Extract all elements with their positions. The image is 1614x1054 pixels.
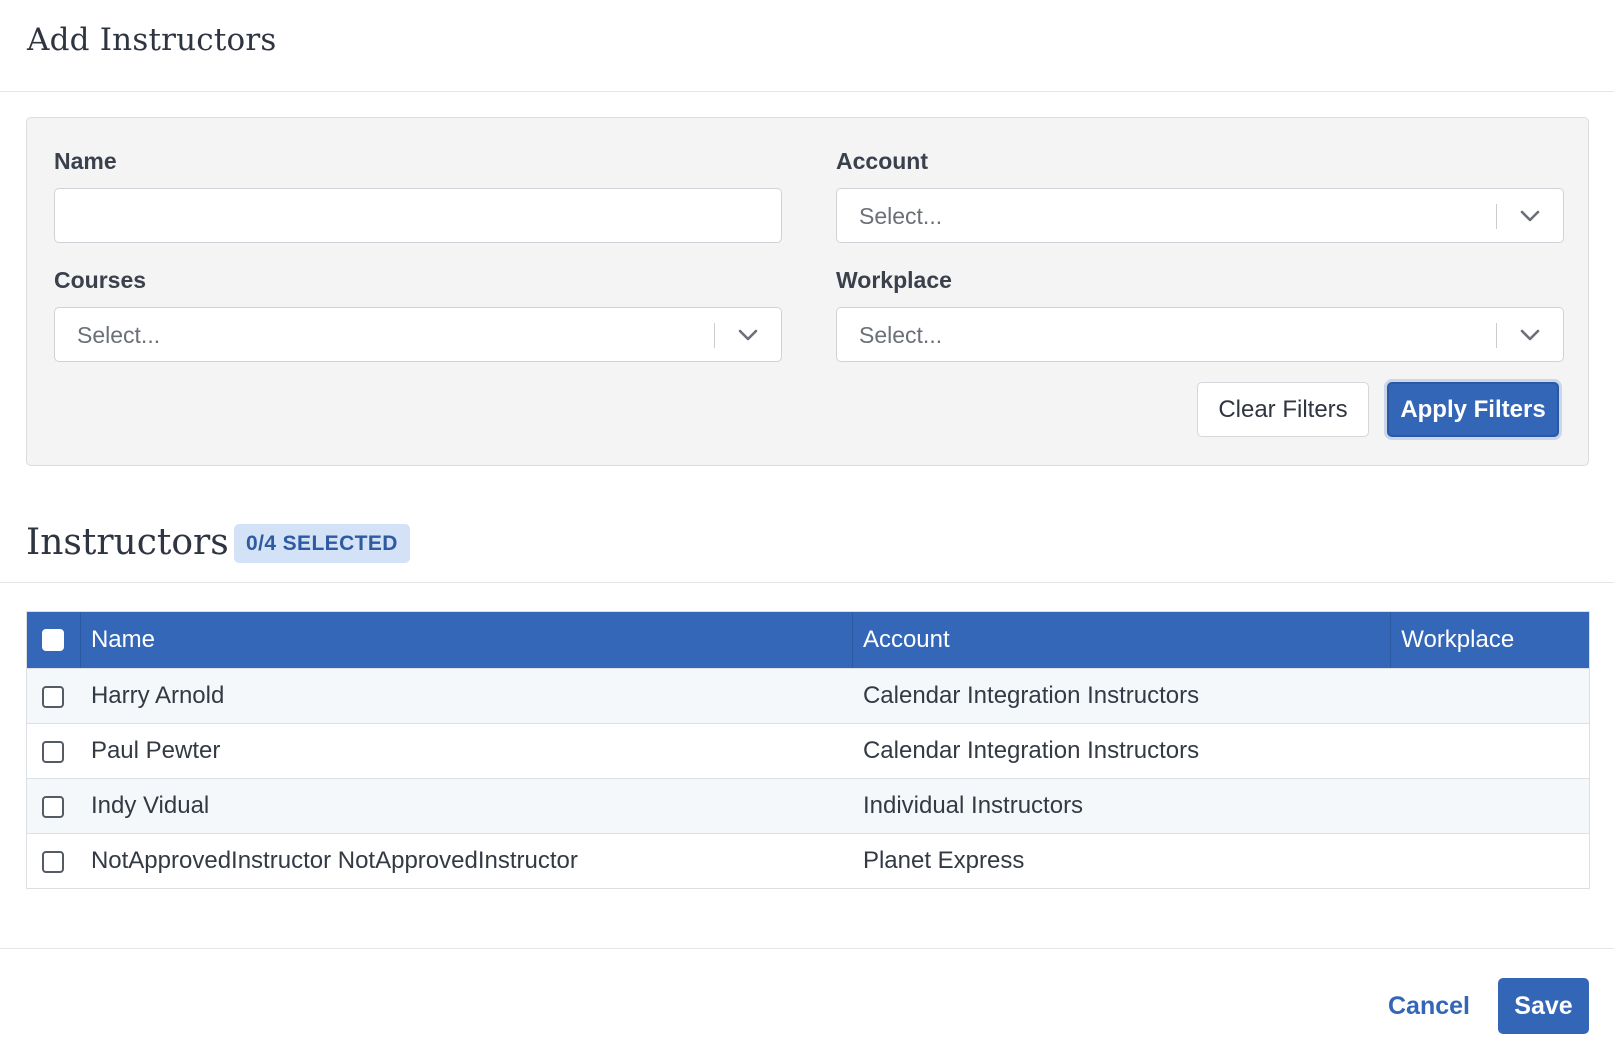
courses-select-placeholder: Select...	[77, 322, 161, 348]
select-separator	[1496, 204, 1497, 229]
modal-footer: Cancel Save	[0, 948, 1614, 1054]
selected-count-badge: 0/4 SELECTED	[234, 524, 410, 563]
select-all-checkbox[interactable]	[42, 629, 64, 651]
account-filter-label: Account	[836, 148, 928, 174]
save-button[interactable]: Save	[1498, 978, 1589, 1034]
row-checkbox[interactable]	[42, 741, 64, 763]
select-separator	[714, 323, 715, 348]
column-header-workplace[interactable]: Workplace	[1391, 612, 1589, 668]
instructor-name: Harry Arnold	[90, 682, 225, 709]
row-checkbox-cell	[27, 834, 81, 889]
instructor-account: Calendar Integration Instructors	[862, 737, 1200, 764]
instructor-workplace	[1391, 834, 1589, 889]
row-checkbox-cell	[27, 779, 81, 834]
workplace-filter-label: Workplace	[836, 267, 952, 293]
instructor-workplace	[1391, 724, 1589, 779]
chevron-down-icon[interactable]	[735, 322, 761, 348]
table-row[interactable]: NotApprovedInstructor NotApprovedInstruc…	[27, 833, 1589, 888]
select-separator	[1496, 323, 1497, 348]
modal-title: Add Instructors	[27, 22, 277, 58]
row-checkbox-cell	[27, 669, 81, 724]
courses-filter-label: Courses	[54, 267, 147, 293]
instructors-section-header: Instructors 0/4 SELECTED	[0, 500, 1614, 583]
header-checkbox-cell	[27, 612, 81, 668]
modal-header: Add Instructors	[0, 0, 1614, 92]
column-header-account[interactable]: Account	[853, 612, 1392, 668]
table-header-row: Name Account Workplace	[27, 612, 1589, 668]
clear-filters-button[interactable]: Clear Filters	[1197, 382, 1369, 437]
apply-filters-button[interactable]: Apply Filters	[1387, 382, 1559, 437]
account-select[interactable]: Select...	[836, 188, 1564, 243]
instructor-account: Individual Instructors	[862, 792, 1084, 819]
cancel-button[interactable]: Cancel	[1374, 979, 1484, 1034]
filter-panel: Name Account Select... Courses Select...…	[26, 117, 1589, 466]
instructor-name: Indy Vidual	[90, 792, 210, 819]
instructors-title: Instructors	[26, 522, 229, 563]
table-row[interactable]: Indy Vidual Individual Instructors	[27, 778, 1589, 833]
instructor-account: Planet Express	[862, 847, 1025, 874]
instructor-name: NotApprovedInstructor NotApprovedInstruc…	[90, 847, 578, 874]
account-select-placeholder: Select...	[859, 203, 943, 229]
instructors-table: Name Account Workplace Harry Arnold Cale…	[26, 611, 1590, 889]
courses-select[interactable]: Select...	[54, 307, 782, 362]
table-row[interactable]: Paul Pewter Calendar Integration Instruc…	[27, 723, 1589, 778]
row-checkbox-cell	[27, 724, 81, 779]
instructor-workplace	[1391, 669, 1589, 724]
workplace-select[interactable]: Select...	[836, 307, 1564, 362]
instructor-account: Calendar Integration Instructors	[862, 682, 1200, 709]
row-checkbox[interactable]	[42, 851, 64, 873]
table-row[interactable]: Harry Arnold Calendar Integration Instru…	[27, 668, 1589, 723]
column-header-name[interactable]: Name	[81, 612, 853, 668]
instructor-name: Paul Pewter	[90, 737, 221, 764]
row-checkbox[interactable]	[42, 796, 64, 818]
workplace-select-placeholder: Select...	[859, 322, 943, 348]
name-filter-label: Name	[54, 148, 117, 174]
chevron-down-icon[interactable]	[1517, 322, 1543, 348]
instructor-workplace	[1391, 779, 1589, 834]
row-checkbox[interactable]	[42, 686, 64, 708]
chevron-down-icon[interactable]	[1517, 203, 1543, 229]
name-filter-input[interactable]	[54, 188, 782, 243]
